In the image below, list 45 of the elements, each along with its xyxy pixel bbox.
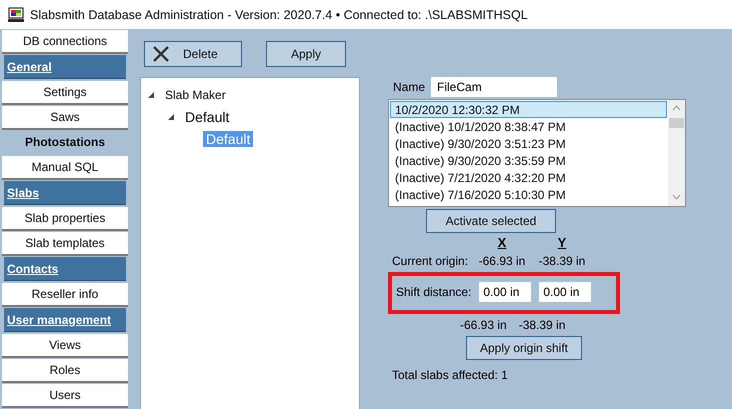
apply-origin-shift-button[interactable]: Apply origin shift: [466, 336, 582, 360]
shift-x-field[interactable]: 0.00 in: [479, 282, 532, 302]
close-icon: [153, 46, 169, 62]
new-y-value: -38.39 in: [518, 318, 566, 332]
sidebar-item[interactable]: Settings: [2, 81, 128, 105]
new-x-value: -66.93 in: [460, 318, 507, 332]
list-item[interactable]: (Inactive) 7/21/2020 4:32:20 PM: [390, 169, 667, 186]
list-item[interactable]: (Inactive) 7/16/2020 5:10:30 PM: [390, 186, 667, 203]
current-y-value: -38.39 in: [538, 254, 586, 268]
sidebar-item[interactable]: Slab templates: [2, 232, 128, 256]
expand-arrow-icon[interactable]: [147, 91, 155, 99]
list-item[interactable]: (Inactive) 9/30/2020 3:51:23 PM: [390, 135, 667, 152]
sidebar-item[interactable]: Users: [2, 384, 128, 408]
sidebar-item[interactable]: Roles: [2, 359, 128, 383]
section-header[interactable]: User management: [4, 308, 126, 332]
apply-button[interactable]: Apply: [266, 41, 346, 67]
app-icon: [8, 6, 24, 22]
section-header[interactable]: General: [4, 55, 126, 79]
section-header[interactable]: Slabs: [4, 181, 126, 205]
sidebar-item[interactable]: Saws: [2, 106, 128, 130]
shift-y-field[interactable]: 0.00 in: [539, 282, 592, 302]
list-item[interactable]: 10/2/2020 12:30:32 PM: [390, 101, 667, 118]
tree-item[interactable]: Slab Maker: [165, 88, 226, 102]
tree-item[interactable]: Default: [185, 109, 230, 125]
sidebar-item[interactable]: Manual SQL: [2, 156, 128, 180]
column-header: X: [496, 235, 508, 250]
total-slabs-text: Total slabs affected: 1: [392, 368, 508, 382]
sidebar-item[interactable]: DB connections: [2, 30, 128, 54]
sidebar-item[interactable]: Views: [2, 334, 128, 358]
window-title: Slabsmith Database Administration - Version: 2020.7.4 • Connected to: .\SLABSMITHSQL: [30, 8, 528, 22]
name-field[interactable]: FileCam: [431, 77, 558, 97]
sidebar-item[interactable]: Slab properties: [2, 207, 128, 231]
delete-button[interactable]: Delete: [144, 41, 242, 67]
activate-selected-button[interactable]: Activate selected: [426, 209, 556, 233]
current-origin-label: Current origin:: [392, 254, 470, 268]
column-header: Y: [556, 235, 568, 250]
sidebar-item[interactable]: Reseller info: [2, 283, 128, 307]
list-item[interactable]: (Inactive) 9/30/2020 3:35:59 PM: [390, 152, 667, 169]
name-label: Name: [393, 80, 426, 94]
list-item[interactable]: (Inactive) 10/1/2020 8:38:47 PM: [390, 118, 667, 135]
shift-distance-label: Shift distance:: [396, 285, 472, 299]
section-header[interactable]: Contacts: [4, 257, 126, 281]
current-x-value: -66.93 in: [478, 254, 526, 268]
expand-arrow-icon[interactable]: [167, 113, 175, 121]
scrollbar[interactable]: [668, 100, 685, 206]
